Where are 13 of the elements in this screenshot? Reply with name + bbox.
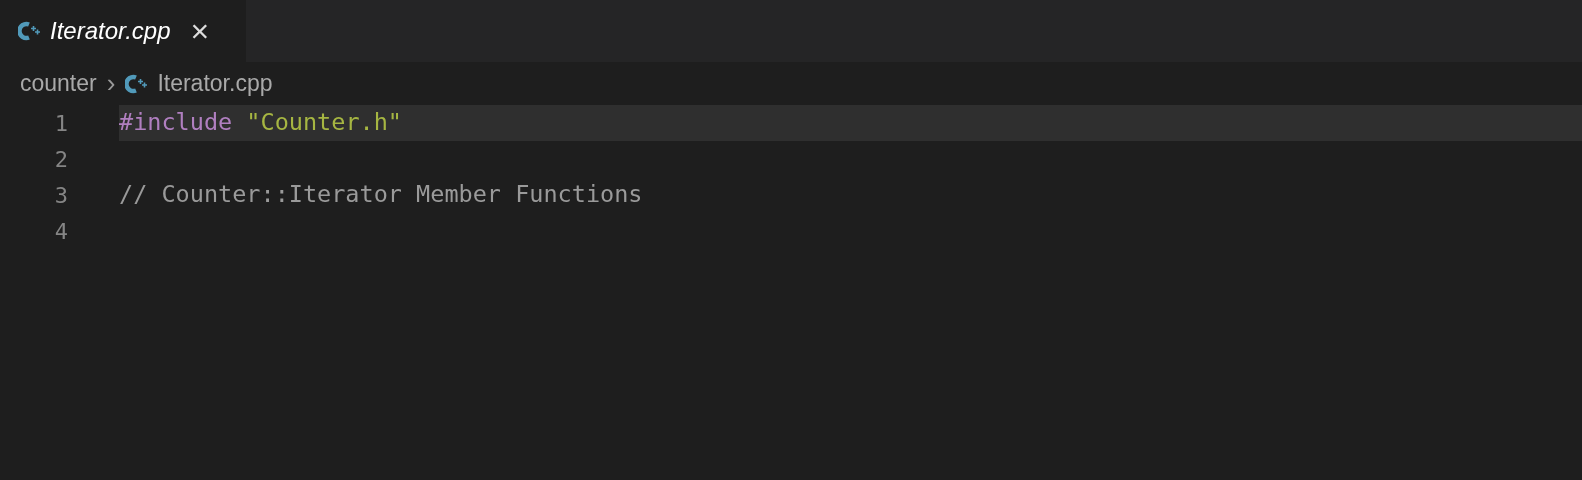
breadcrumb-separator: › <box>106 67 116 100</box>
close-button[interactable]: × <box>190 15 210 47</box>
line-number: 3 <box>53 181 68 210</box>
cpp-file-icon <box>18 21 40 41</box>
line-number: 1 <box>53 109 68 138</box>
code-line: #include "Counter.h" <box>119 107 402 139</box>
code-line: // Counter::Iterator Member Functions <box>119 179 643 211</box>
breadcrumb-item[interactable]: Iterator.cpp <box>157 66 273 101</box>
editor-tab[interactable]: Iterator.cpp × <box>0 0 246 62</box>
breadcrumb-item[interactable]: counter <box>20 66 97 101</box>
cpp-file-icon <box>125 73 148 94</box>
line-number: 4 <box>53 217 68 246</box>
line-number: 2 <box>53 145 68 174</box>
